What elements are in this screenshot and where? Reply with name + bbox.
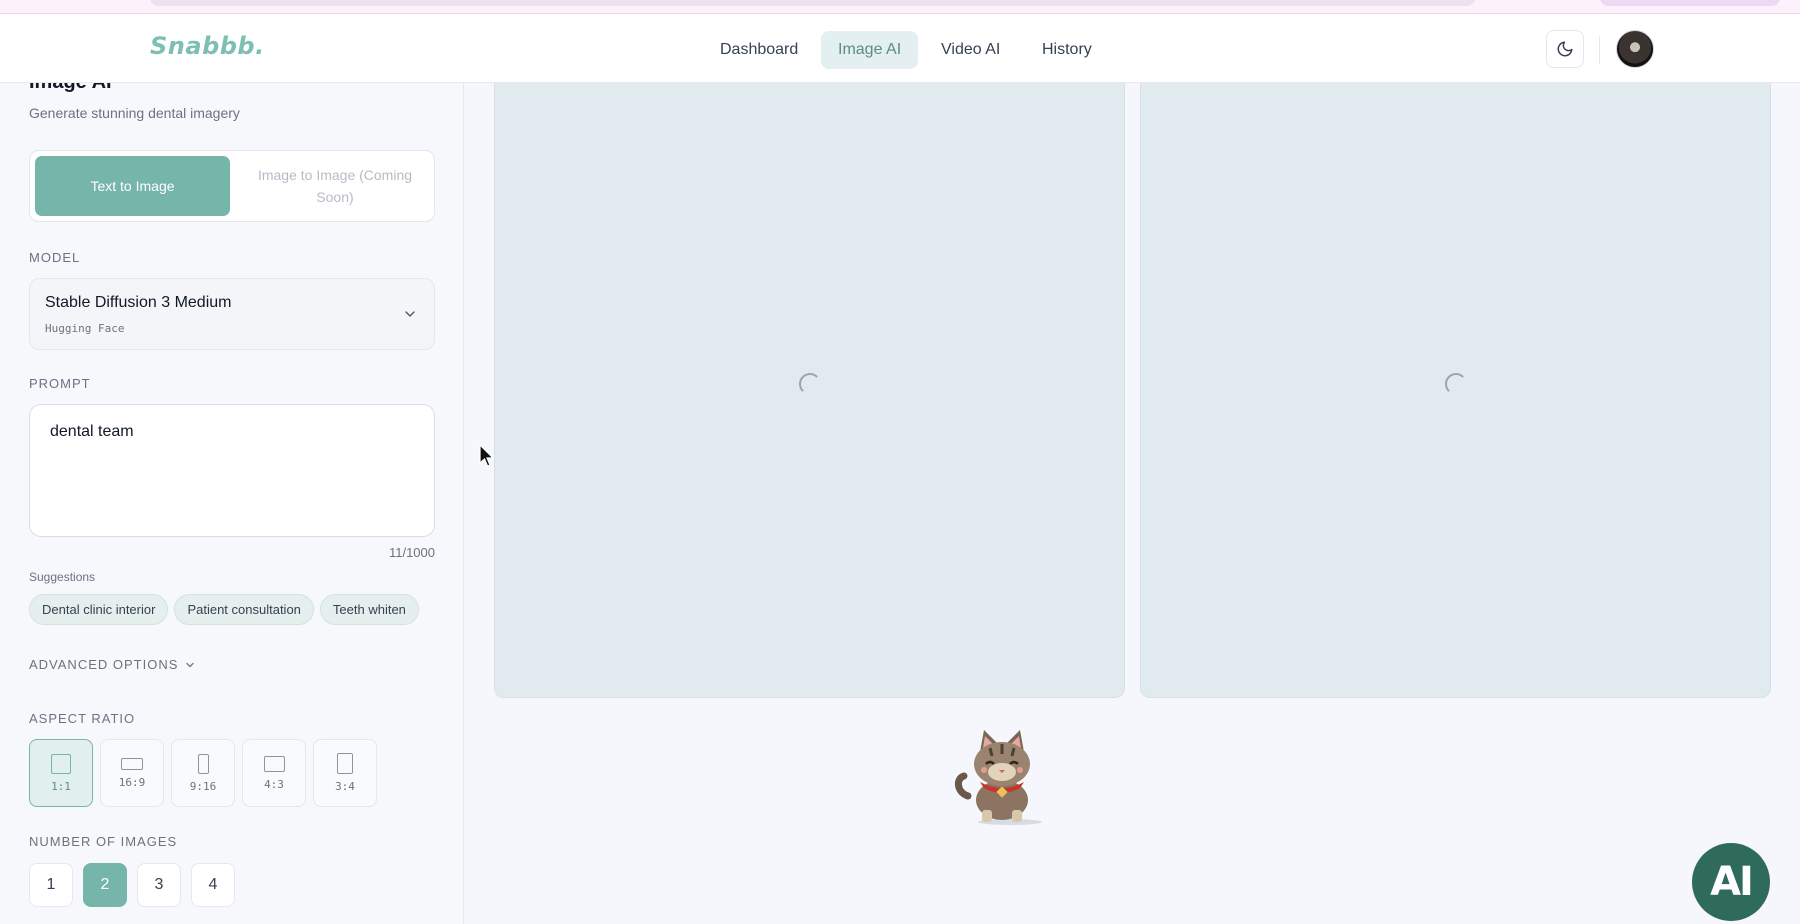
image-result-placeholder <box>494 83 1125 698</box>
generation-sidebar: Image AI Generate stunning dental imager… <box>0 83 464 924</box>
top-header: Snabbb. Dashboard Image AI Video AI Hist… <box>0 14 1800 83</box>
theme-toggle-button[interactable] <box>1546 30 1584 68</box>
image-result-placeholder <box>1140 83 1771 698</box>
aspect-ratio-label-text: 9:16 <box>189 779 217 793</box>
mode-tabs: Text to Image Image to Image (Coming Soo… <box>29 150 435 222</box>
portrait-ratio-icon <box>337 753 353 774</box>
prompt-char-count: 11/1000 <box>388 545 435 560</box>
advanced-options-toggle[interactable]: ADVANCED OPTIONS <box>29 657 196 672</box>
square-ratio-icon <box>51 753 71 774</box>
aspect-ratio-3-4[interactable]: 3:4 <box>313 739 377 807</box>
aspect-ratio-label-text: 3:4 <box>335 780 355 793</box>
model-provider: Hugging Face <box>45 322 125 335</box>
aspect-ratio-4-3[interactable]: 4:3 <box>242 739 306 807</box>
chevron-down-icon <box>186 662 195 667</box>
page-title: Image AI <box>29 83 112 94</box>
nav-image-ai[interactable]: Image AI <box>821 31 919 69</box>
cat-mascot-icon[interactable] <box>950 726 1054 826</box>
suggestion-chip[interactable]: Dental clinic interior <box>29 594 169 625</box>
number-of-images-label: NUMBER OF IMAGES <box>29 834 178 849</box>
suggestion-chips: Dental clinic interior Patient consultati… <box>29 594 435 628</box>
loading-spinner-icon <box>799 373 821 395</box>
aspect-ratio-label-text: 4:3 <box>264 777 284 791</box>
model-select[interactable]: Stable Diffusion 3 Medium Hugging Face <box>29 278 435 350</box>
mouse-cursor-icon <box>479 444 495 467</box>
suggestion-chip[interactable]: Patient consultation <box>174 594 314 625</box>
aspect-ratio-label-text: 1:1 <box>51 779 71 793</box>
num-images-3[interactable]: 3 <box>137 863 181 907</box>
moon-icon <box>1557 41 1573 57</box>
prompt-label: PROMPT <box>29 376 91 391</box>
chevron-down-icon <box>405 311 415 317</box>
user-avatar[interactable] <box>1616 30 1654 68</box>
landscape-ratio-icon <box>263 755 285 772</box>
page-subtitle: Generate stunning dental imagery <box>29 105 240 121</box>
nav-dashboard[interactable]: Dashboard <box>703 31 815 69</box>
suggestion-chip[interactable]: Teeth whiten <box>319 594 419 625</box>
main-nav: Dashboard Image AI Video AI History <box>0 14 1800 83</box>
num-images-4[interactable]: 4 <box>191 863 235 907</box>
model-label: MODEL <box>29 250 81 265</box>
nav-video-ai[interactable]: Video AI <box>924 31 1017 69</box>
suggestions-label: Suggestions <box>29 570 96 584</box>
header-divider <box>1599 36 1600 64</box>
top-banner-strip <box>0 0 1800 14</box>
tab-image-to-image[interactable]: Image to Image (Coming Soon) <box>240 156 430 216</box>
landscape-ratio-icon <box>121 757 143 770</box>
prompt-textarea[interactable]: dental team <box>29 404 435 537</box>
aspect-ratio-16-9[interactable]: 16:9 <box>100 739 164 807</box>
banner-pill-right <box>1600 0 1780 6</box>
advanced-options-label: ADVANCED OPTIONS <box>29 657 179 672</box>
model-name: Stable Diffusion 3 Medium <box>45 294 232 311</box>
aspect-ratio-9-16[interactable]: 9:16 <box>171 739 235 807</box>
nav-history[interactable]: History <box>1025 31 1109 69</box>
banner-pill <box>150 0 1475 6</box>
aspect-ratio-label-text: 16:9 <box>118 775 146 789</box>
num-images-2[interactable]: 2 <box>83 863 127 907</box>
loading-spinner-icon <box>1445 373 1467 395</box>
tab-text-to-image[interactable]: Text to Image <box>35 156 230 216</box>
aspect-ratio-label: ASPECT RATIO <box>29 711 136 726</box>
ai-assistant-button[interactable]: AI <box>1692 843 1770 921</box>
aspect-ratio-1-1[interactable]: 1:1 <box>29 739 93 807</box>
portrait-ratio-icon <box>197 753 209 774</box>
num-images-1[interactable]: 1 <box>29 863 73 907</box>
